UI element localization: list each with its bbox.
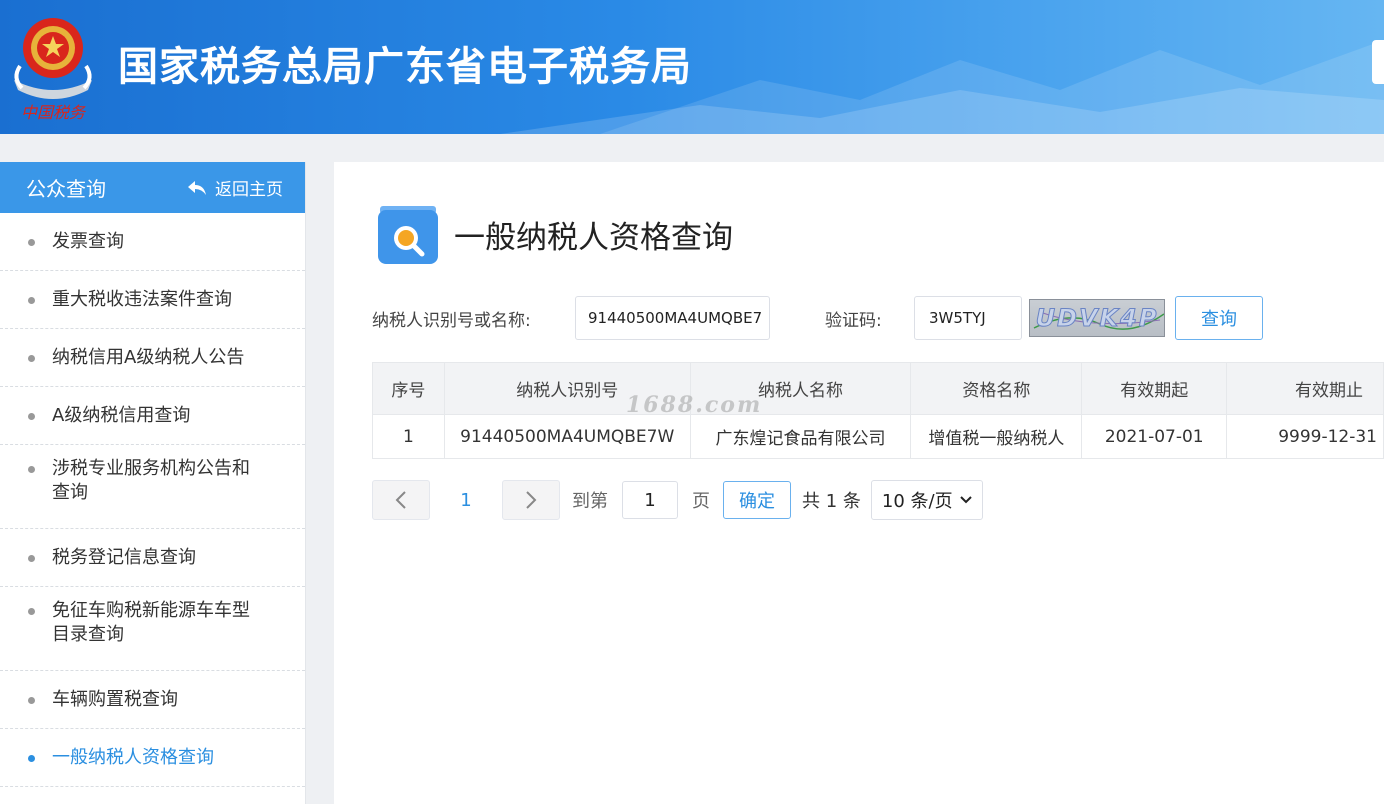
- bullet-dot-icon: [28, 466, 35, 473]
- search-document-icon: [378, 206, 438, 264]
- sidebar-item-label: A级纳税信用查询: [52, 405, 191, 426]
- sidebar-item-label: 免征车购税新能源车车型目录查询: [52, 600, 250, 645]
- table-cell: 9999-12-31: [1226, 414, 1384, 459]
- sidebar-item-label: 纳税信用A级纳税人公告: [52, 347, 245, 368]
- sidebar-title: 公众查询: [26, 177, 106, 201]
- query-form: 纳税人识别号或名称: 91440500MA4UMQBE7 验证码: 3W5TYJ…: [372, 296, 1263, 340]
- column-header: 资格名称: [910, 362, 1083, 415]
- captcha-image[interactable]: UDVK4P: [1029, 299, 1165, 337]
- page-size-select[interactable]: 10 条/页: [870, 480, 983, 520]
- sidebar-item[interactable]: 重大税收违法案件查询: [0, 271, 305, 329]
- national-emblem-logo: 中国税务: [14, 18, 92, 122]
- bullet-dot-icon: [28, 697, 35, 704]
- site-title: 国家税务总局广东省电子税务局: [118, 44, 692, 90]
- query-button[interactable]: 查询: [1175, 296, 1263, 340]
- sidebar-item[interactable]: 车辆购置税查询: [0, 671, 305, 729]
- back-home-link[interactable]: 返回主页: [187, 175, 283, 200]
- sidebar-item[interactable]: 一般纳税人资格查询: [0, 729, 305, 787]
- sidebar-item[interactable]: A级纳税信用查询: [0, 387, 305, 445]
- watermark: 1688.com: [626, 392, 763, 418]
- goto-prefix: 到第: [572, 491, 608, 512]
- table-header-row: 序号 纳税人识别号 纳税人名称 资格名称 有效期起 有效期止: [372, 362, 1384, 415]
- sidebar-item-label: 发票查询: [52, 231, 124, 252]
- sidebar-item-label: 涉税专业服务机构公告和查询: [52, 458, 250, 503]
- goto-suffix: 页: [692, 491, 710, 512]
- chevron-right-icon: [526, 491, 537, 509]
- page-title: 一般纳税人资格查询: [454, 220, 733, 256]
- table-row[interactable]: 1 91440500MA4UMQBE7W 广东煌记食品有限公司 增值税一般纳税人 202…: [372, 414, 1384, 459]
- table-body: 1 91440500MA4UMQBE7W 广东煌记食品有限公司 增值税一般纳税人 202…: [372, 414, 1384, 459]
- sidebar-item-label: 一般纳税人资格查询: [52, 747, 214, 768]
- sidebar-item-label: 车辆购置税查询: [52, 689, 178, 710]
- sidebar-item[interactable]: 税务登记信息查询: [0, 529, 305, 587]
- sidebar-item[interactable]: 免征车购税新能源车车型目录查询: [0, 587, 305, 671]
- table-cell: 1: [372, 414, 445, 459]
- bullet-dot-icon: [28, 239, 35, 246]
- column-header: 有效期起: [1081, 362, 1228, 415]
- next-page-button[interactable]: [502, 480, 560, 520]
- column-header: 有效期止: [1226, 362, 1384, 415]
- main-content: 一般纳税人资格查询 纳税人识别号或名称: 91440500MA4UMQBE7 验…: [334, 162, 1384, 804]
- pagination: 1 到第 1 页 确定 共 1 条 10 条/页: [372, 480, 983, 520]
- table-cell: 2021-07-01: [1081, 414, 1228, 459]
- return-arrow-icon: [188, 180, 206, 195]
- chevron-left-icon: [395, 491, 406, 509]
- bullet-dot-icon: [28, 413, 35, 420]
- sidebar-header: 公众查询 返回主页: [0, 162, 305, 213]
- bullet-dot-icon: [28, 555, 35, 562]
- captcha-label: 验证码:: [825, 310, 882, 331]
- table-cell: 91440500MA4UMQBE7W: [443, 414, 691, 459]
- svg-text:中国税务: 中国税务: [21, 103, 87, 122]
- bullet-dot-icon: [28, 755, 35, 762]
- bullet-dot-icon: [28, 355, 35, 362]
- chevron-down-icon: [960, 496, 972, 504]
- sidebar-item-label: 税务登记信息查询: [52, 547, 196, 568]
- goto-confirm-button[interactable]: 确定: [723, 481, 791, 519]
- goto-page-input[interactable]: 1: [622, 481, 678, 519]
- sidebar-item[interactable]: 纳税信用A级纳税人公告: [0, 329, 305, 387]
- back-home-label: 返回主页: [215, 180, 283, 200]
- taxpayer-input[interactable]: 91440500MA4UMQBE7: [575, 296, 770, 340]
- site-header: 中国税务 国家税务总局广东省电子税务局: [0, 0, 1384, 134]
- sidebar-item-label: 重大税收违法案件查询: [52, 289, 232, 310]
- captcha-text: UDVK4P: [1035, 304, 1159, 333]
- page-number[interactable]: 1: [430, 490, 502, 511]
- table-cell: 增值税一般纳税人: [910, 414, 1083, 459]
- prev-page-button[interactable]: [372, 480, 430, 520]
- page-size-value: 10 条/页: [881, 491, 953, 512]
- total-count: 共 1 条: [802, 491, 861, 512]
- bullet-dot-icon: [28, 608, 35, 615]
- taxpayer-label: 纳税人识别号或名称:: [372, 310, 531, 331]
- result-table: 序号 纳税人识别号 纳税人名称 资格名称 有效期起 有效期止 1 91440500MA4UM…: [372, 362, 1384, 459]
- bullet-dot-icon: [28, 297, 35, 304]
- column-header: 序号: [372, 362, 445, 415]
- sidebar-menu: 发票查询重大税收违法案件查询 纳税信用A级纳税人公告 A级纳税信用查询涉税专业服务机…: [0, 213, 305, 787]
- sidebar-item[interactable]: 发票查询: [0, 213, 305, 271]
- sidebar: 公众查询 返回主页 发票查询重大税收违法案件查询 纳税信用A级纳税人公告 A级纳税信…: [0, 162, 306, 804]
- captcha-input[interactable]: 3W5TYJ: [914, 296, 1022, 340]
- header-user-button[interactable]: [1372, 40, 1384, 84]
- sidebar-item[interactable]: 涉税专业服务机构公告和查询: [0, 445, 305, 529]
- table-cell: 广东煌记食品有限公司: [689, 414, 912, 459]
